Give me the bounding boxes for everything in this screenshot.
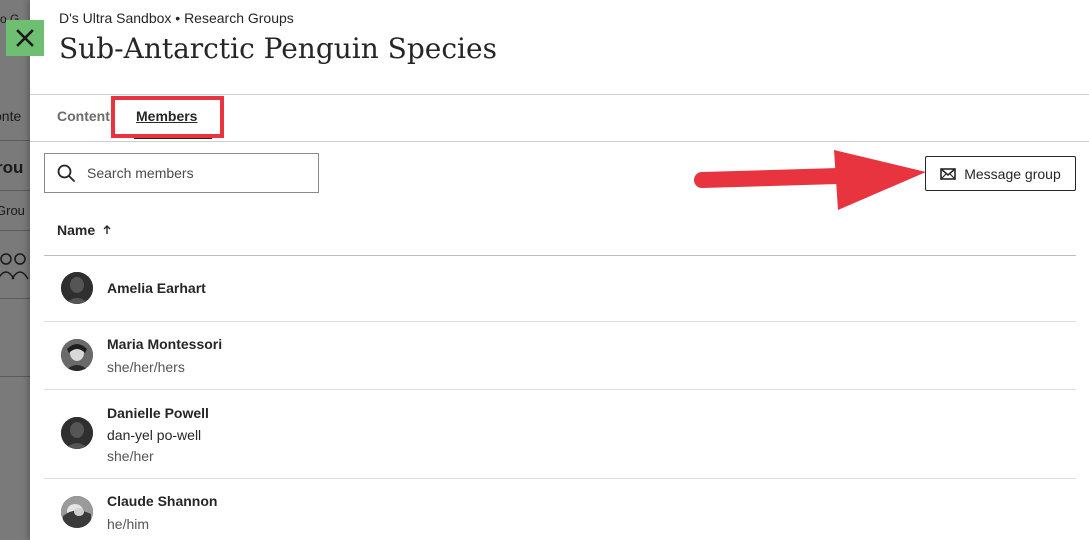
tab-content[interactable]: Content: [57, 108, 110, 124]
page-title: Sub-Antarctic Penguin Species: [59, 32, 497, 65]
group-icon: [0, 245, 30, 290]
background-text: Grou: [0, 203, 25, 218]
member-pronunciation: dan-yel po-well: [107, 427, 202, 443]
member-name: Maria Montessori: [107, 336, 223, 352]
tab-members[interactable]: Members: [136, 108, 197, 124]
message-group-label: Message group: [964, 165, 1061, 182]
envelope-icon: [940, 167, 957, 180]
close-button[interactable]: [6, 20, 44, 56]
close-icon: [16, 29, 34, 47]
search-field[interactable]: [44, 153, 319, 193]
divider: [30, 141, 1089, 142]
search-icon: [57, 164, 75, 182]
avatar: [61, 272, 93, 304]
divider: [30, 94, 1089, 95]
member-name: Danielle Powell: [107, 405, 209, 421]
member-row[interactable]: Amelia Earhart: [44, 256, 1076, 321]
member-pronouns: he/him: [107, 516, 150, 532]
column-label: Name: [57, 222, 96, 238]
avatar: [61, 339, 93, 371]
divider: [0, 298, 30, 299]
sort-ascending-icon: [103, 225, 111, 235]
background-page: o G onte rou Grou: [0, 0, 30, 540]
arrow-annotation: [694, 150, 926, 210]
divider: [0, 376, 30, 377]
member-row[interactable]: Claude Shannon he/him: [44, 479, 1076, 540]
member-pronouns: she/her: [107, 448, 154, 464]
tab-selected-indicator: [134, 136, 212, 139]
background-text: rou: [0, 158, 24, 177]
member-name: Amelia Earhart: [107, 280, 206, 296]
breadcrumb: D's Ultra Sandbox • Research Groups: [59, 10, 294, 26]
background-text: onte: [0, 108, 22, 124]
name-column-header[interactable]: Name: [57, 222, 111, 238]
member-row[interactable]: Maria Montessori she/her/hers: [44, 322, 1076, 389]
group-panel: D's Ultra Sandbox • Research Groups Sub-…: [30, 0, 1089, 540]
divider: [0, 140, 30, 141]
search-input[interactable]: [85, 164, 309, 182]
member-name: Claude Shannon: [107, 493, 218, 509]
member-pronouns: she/her/hers: [107, 359, 185, 375]
divider: [0, 190, 30, 191]
member-row[interactable]: Danielle Powell dan-yel po-well she/her: [44, 390, 1076, 478]
divider: [0, 230, 30, 231]
message-group-button[interactable]: Message group: [925, 156, 1076, 191]
avatar: [61, 496, 93, 528]
avatar: [61, 417, 93, 449]
